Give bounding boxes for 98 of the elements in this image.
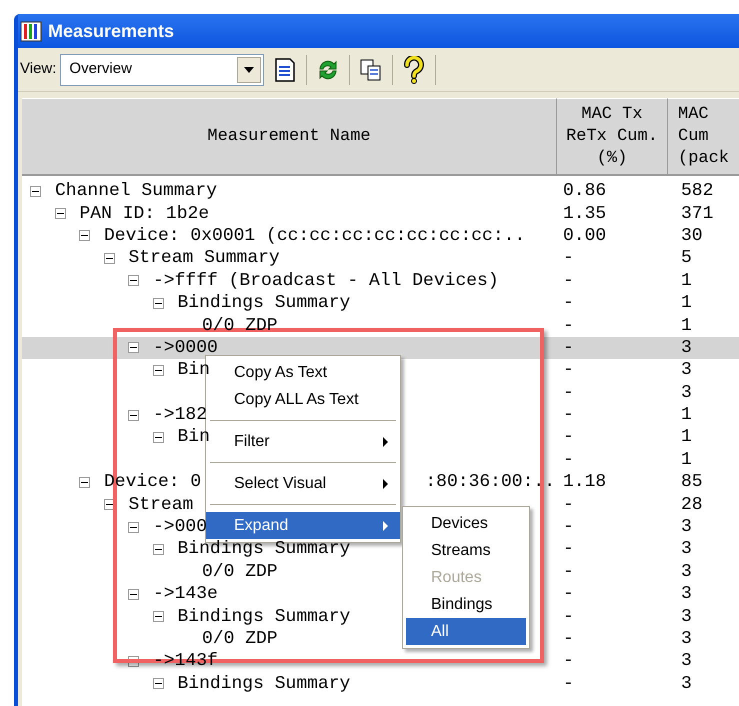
table-cell-text: 1 — [680, 294, 693, 312]
table-cell-text: 5 — [680, 249, 693, 268]
table-cell-text: 582 — [680, 182, 714, 200]
collapse-icon[interactable] — [128, 342, 139, 354]
table-cell-text: - — [562, 608, 575, 626]
collapse-icon[interactable] — [152, 611, 164, 622]
collapse-icon[interactable] — [104, 252, 114, 264]
table-cell-text: 1 — [680, 272, 693, 290]
collapse-icon[interactable] — [79, 230, 90, 242]
tree-label: Device: 0x0001 (cc:cc:cc:cc:cc:cc:cc:.. — [104, 226, 526, 245]
table-cell-text: 1.35 — [562, 204, 608, 223]
collapse-icon[interactable] — [128, 588, 139, 600]
tree-label: ->000 — [153, 518, 208, 536]
table-cell-text: 0.00 — [562, 226, 608, 245]
collapse-icon[interactable] — [152, 432, 164, 443]
tree-label: Bindings Summary — [178, 540, 350, 558]
table-cell-text: 30 — [680, 226, 704, 245]
table-cell-text: 3 — [680, 338, 693, 357]
tree-label: Bin — [178, 361, 210, 380]
collapse-icon[interactable] — [128, 275, 139, 286]
collapse-icon[interactable] — [128, 522, 139, 533]
table-cell-text: 1 — [680, 406, 693, 424]
tree-label: Bindings Summary — [178, 608, 350, 626]
table-cell-text: 3 — [680, 608, 693, 626]
tree-label: ->143f — [153, 652, 218, 670]
collapse-icon[interactable] — [152, 298, 164, 309]
menu-item[interactable]: Devices — [406, 510, 526, 537]
table-cell-text: - — [562, 630, 575, 648]
table-cell-text: 3 — [680, 361, 693, 380]
collapse-icon[interactable] — [152, 678, 164, 690]
table-cell-text: - — [562, 518, 575, 536]
tree-label: Stream — [128, 496, 194, 514]
tree-label: Channel Summary — [55, 182, 218, 200]
tree-label: ->ffff (Broadcast - All Devices) — [153, 272, 499, 290]
collapse-icon[interactable] — [152, 364, 164, 376]
collapse-icon[interactable] — [104, 499, 114, 510]
table-cell-text: - — [562, 540, 575, 558]
selected-row[interactable]: ->0000 - 3 — [22, 336, 739, 360]
table-cell-text: 3 — [680, 540, 693, 558]
table-cell-text: - — [562, 406, 575, 424]
tree-label: PAN ID: 1b2e — [80, 204, 210, 223]
table-cell-text: 28 — [680, 496, 704, 514]
tree-label: 0/0 ZDP — [202, 562, 278, 581]
table-cell-text: - — [562, 496, 575, 514]
collapse-icon[interactable] — [152, 544, 164, 555]
collapse-icon[interactable] — [128, 410, 139, 421]
tree-label: ->143e — [153, 585, 218, 604]
table-cell-text: - — [562, 562, 575, 581]
table-cell-text: - — [562, 316, 575, 335]
menu-item[interactable]: All — [406, 618, 526, 645]
tree-label: Stream Summary — [128, 249, 280, 268]
column-header[interactable]: MAC Tx ReTx Cum. (%) — [557, 98, 668, 176]
table-cell-text: - — [562, 428, 575, 446]
menu-item[interactable]: Streams — [406, 537, 526, 564]
table-cell-text: - — [562, 294, 575, 312]
table-cell-text: - — [562, 361, 575, 380]
tree-label: ->182 — [153, 406, 208, 424]
help-icon[interactable] — [403, 56, 426, 84]
column-header[interactable]: Measurement Name — [22, 98, 557, 176]
table-cell-text: - — [562, 272, 575, 290]
view-label: View: — [20, 59, 56, 80]
table-cell-text: - — [562, 249, 575, 268]
menu-item[interactable]: Bindings — [406, 591, 526, 618]
table-cell-text: 85 — [680, 473, 704, 492]
view-dropdown[interactable]: Overview — [60, 54, 264, 86]
table-cell-text: 3 — [680, 562, 693, 581]
table-cell-text: 371 — [680, 204, 714, 223]
collapse-icon[interactable] — [54, 208, 66, 220]
tree-label: 0/0 ZDP — [202, 630, 278, 648]
tree-label: Bin — [178, 428, 210, 446]
table-cell-text: 1 — [680, 450, 693, 469]
table-cell-text: - — [562, 450, 575, 469]
table-cell-text: 1 — [680, 316, 693, 335]
table-cell-text: 3 — [680, 630, 693, 648]
table-cell-text: 3 — [680, 674, 693, 693]
tree-label: ->0000 — [153, 338, 218, 357]
bar-chart-icon — [20, 20, 42, 42]
menu-item[interactable]: Copy ALL As Text — [206, 386, 400, 413]
column-header[interactable]: MAC Cum (pack — [668, 98, 739, 176]
tree-label: Bindings Summary — [178, 294, 350, 312]
table-cell-text: 1.18 — [562, 473, 608, 492]
table-cell-text: - — [562, 652, 575, 670]
collapse-icon[interactable] — [79, 476, 90, 488]
table-cell-text: 3 — [680, 384, 693, 402]
table-cell-text: 3 — [680, 652, 693, 670]
table-cell-text: - — [562, 585, 575, 604]
menu-item[interactable]: Select Visual — [206, 470, 400, 497]
window-title: Measurements — [48, 20, 174, 42]
table-cell-text: 1 — [680, 428, 693, 446]
table-cell-text: 3 — [680, 585, 693, 604]
table-cell-text: 3 — [680, 518, 693, 536]
table-cell-text: - — [562, 338, 575, 357]
table-cell-text: 0.86 — [562, 182, 608, 200]
table-cell-text: - — [562, 384, 575, 402]
tree-label: Bindings Summary — [178, 674, 350, 693]
collapse-icon[interactable] — [30, 186, 41, 197]
table-cell-text: - — [562, 674, 575, 693]
menu-item[interactable]: Expand — [206, 512, 400, 539]
